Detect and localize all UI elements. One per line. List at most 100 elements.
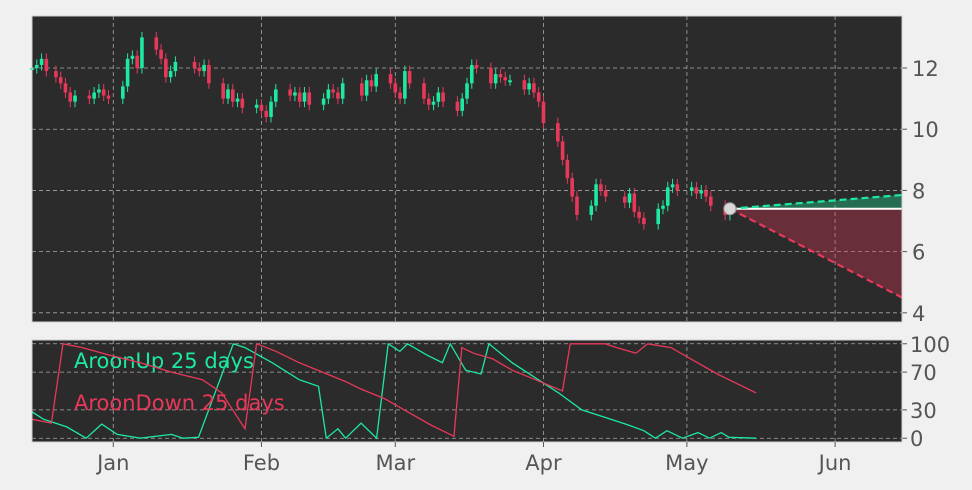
candle-body xyxy=(63,83,68,93)
candle-body xyxy=(622,196,627,203)
candle-body xyxy=(560,141,565,160)
aroon-panel: 03070100AroonUp 25 daysAroonDown 25 days xyxy=(31,333,950,451)
candle-body xyxy=(87,95,92,99)
candle-body xyxy=(474,64,479,69)
candle-body xyxy=(164,58,168,78)
price-y-tick-label: 8 xyxy=(912,179,925,203)
candle-body xyxy=(58,77,63,84)
aroon-y-tick-label: 70 xyxy=(910,361,937,385)
candle-body xyxy=(589,205,594,215)
candle-body xyxy=(269,101,273,117)
candle-body xyxy=(331,89,335,93)
candle-body xyxy=(637,211,641,218)
candle-body xyxy=(374,74,378,87)
candle-body xyxy=(689,187,694,191)
candle-body xyxy=(398,92,402,99)
candle-body xyxy=(307,92,312,105)
candle-body xyxy=(489,68,493,84)
price-y-tick-label: 4 xyxy=(912,302,925,326)
candle-body xyxy=(92,92,96,99)
candle-body xyxy=(130,55,135,59)
candle-body xyxy=(469,64,474,84)
candle-body xyxy=(230,89,235,102)
candle-body xyxy=(340,83,345,99)
candle-body xyxy=(288,89,292,96)
aroon-y-tick-label: 0 xyxy=(910,427,923,451)
candle-body xyxy=(498,74,503,78)
candle-body xyxy=(192,61,197,69)
candle-body xyxy=(321,98,326,105)
candle-body xyxy=(460,98,465,111)
aroon-down-legend-label: AroonDown 25 days xyxy=(74,391,285,415)
candle-body xyxy=(101,89,106,96)
candle-body xyxy=(140,37,144,69)
candle-body xyxy=(264,110,269,117)
candle-body xyxy=(632,193,637,212)
candle-body xyxy=(407,71,412,84)
candle-body xyxy=(670,184,675,188)
candle-body xyxy=(465,83,469,99)
candle-body xyxy=(422,83,426,99)
candle-body xyxy=(54,71,58,78)
candle-body xyxy=(536,92,541,102)
candle-body xyxy=(575,196,579,215)
candle-body xyxy=(197,68,202,72)
candle-body xyxy=(455,101,460,111)
candle-body xyxy=(326,89,331,99)
candle-body xyxy=(694,187,699,194)
candle-body xyxy=(665,187,670,206)
last-price-marker xyxy=(723,202,737,216)
candle-body xyxy=(202,64,206,72)
candle-body xyxy=(699,190,704,194)
candle-body xyxy=(221,83,226,99)
candle-body xyxy=(44,58,49,72)
candle-body xyxy=(293,92,297,96)
price-y-tick-label: 10 xyxy=(912,118,939,142)
candle-body xyxy=(431,101,436,105)
candle-body xyxy=(441,92,445,102)
stock-chart: 4 6 8 10 12 0 30 70 100 AroonUp 25 days AroonDown… xyxy=(0,0,972,486)
candle-body xyxy=(436,92,441,102)
aroon-y-tick-label: 100 xyxy=(910,333,950,357)
candle-body xyxy=(121,86,125,99)
candle-body xyxy=(207,64,211,84)
x-tick-label: May xyxy=(665,451,708,475)
candle-body xyxy=(173,61,178,72)
candle-body xyxy=(168,71,173,78)
candle-body xyxy=(159,49,163,59)
candle-body xyxy=(704,190,708,197)
candle-body xyxy=(532,83,536,93)
candle-body xyxy=(656,208,661,225)
candle-body xyxy=(226,89,230,99)
chart-canvas: 4681012 03070100AroonUp 25 daysAroonDown… xyxy=(30,15,950,475)
candle-body xyxy=(302,92,307,102)
price-panel-bg xyxy=(32,16,902,322)
candle-body xyxy=(336,92,340,99)
candle-body xyxy=(661,205,665,209)
candle-body xyxy=(259,104,264,111)
x-axis: Jan Feb Mar Apr May Jun xyxy=(95,442,851,475)
candle-body xyxy=(364,80,369,96)
price-panel: 4 6 8 10 12 xyxy=(30,15,939,326)
candle-body xyxy=(154,37,159,50)
candle-body xyxy=(34,64,39,69)
candle-body xyxy=(556,123,560,142)
x-tick-label: Jun xyxy=(817,451,852,475)
candle-body xyxy=(642,217,646,225)
candle-body xyxy=(675,184,680,191)
candle-body xyxy=(522,80,527,90)
candle-body xyxy=(393,83,398,93)
candle-body xyxy=(565,159,570,179)
candle-body xyxy=(599,184,603,191)
candle-body xyxy=(360,83,364,96)
candle-body xyxy=(39,58,44,65)
aroon-y-tick-label: 30 xyxy=(910,399,937,423)
candle-body xyxy=(388,74,393,84)
candle-body xyxy=(508,80,512,83)
price-y-tick-label: 6 xyxy=(912,241,925,265)
candle-body xyxy=(570,178,574,197)
candle-body xyxy=(297,92,302,102)
candle-body xyxy=(106,95,111,99)
candle-body xyxy=(603,190,608,197)
x-tick-label: Apr xyxy=(525,451,562,475)
